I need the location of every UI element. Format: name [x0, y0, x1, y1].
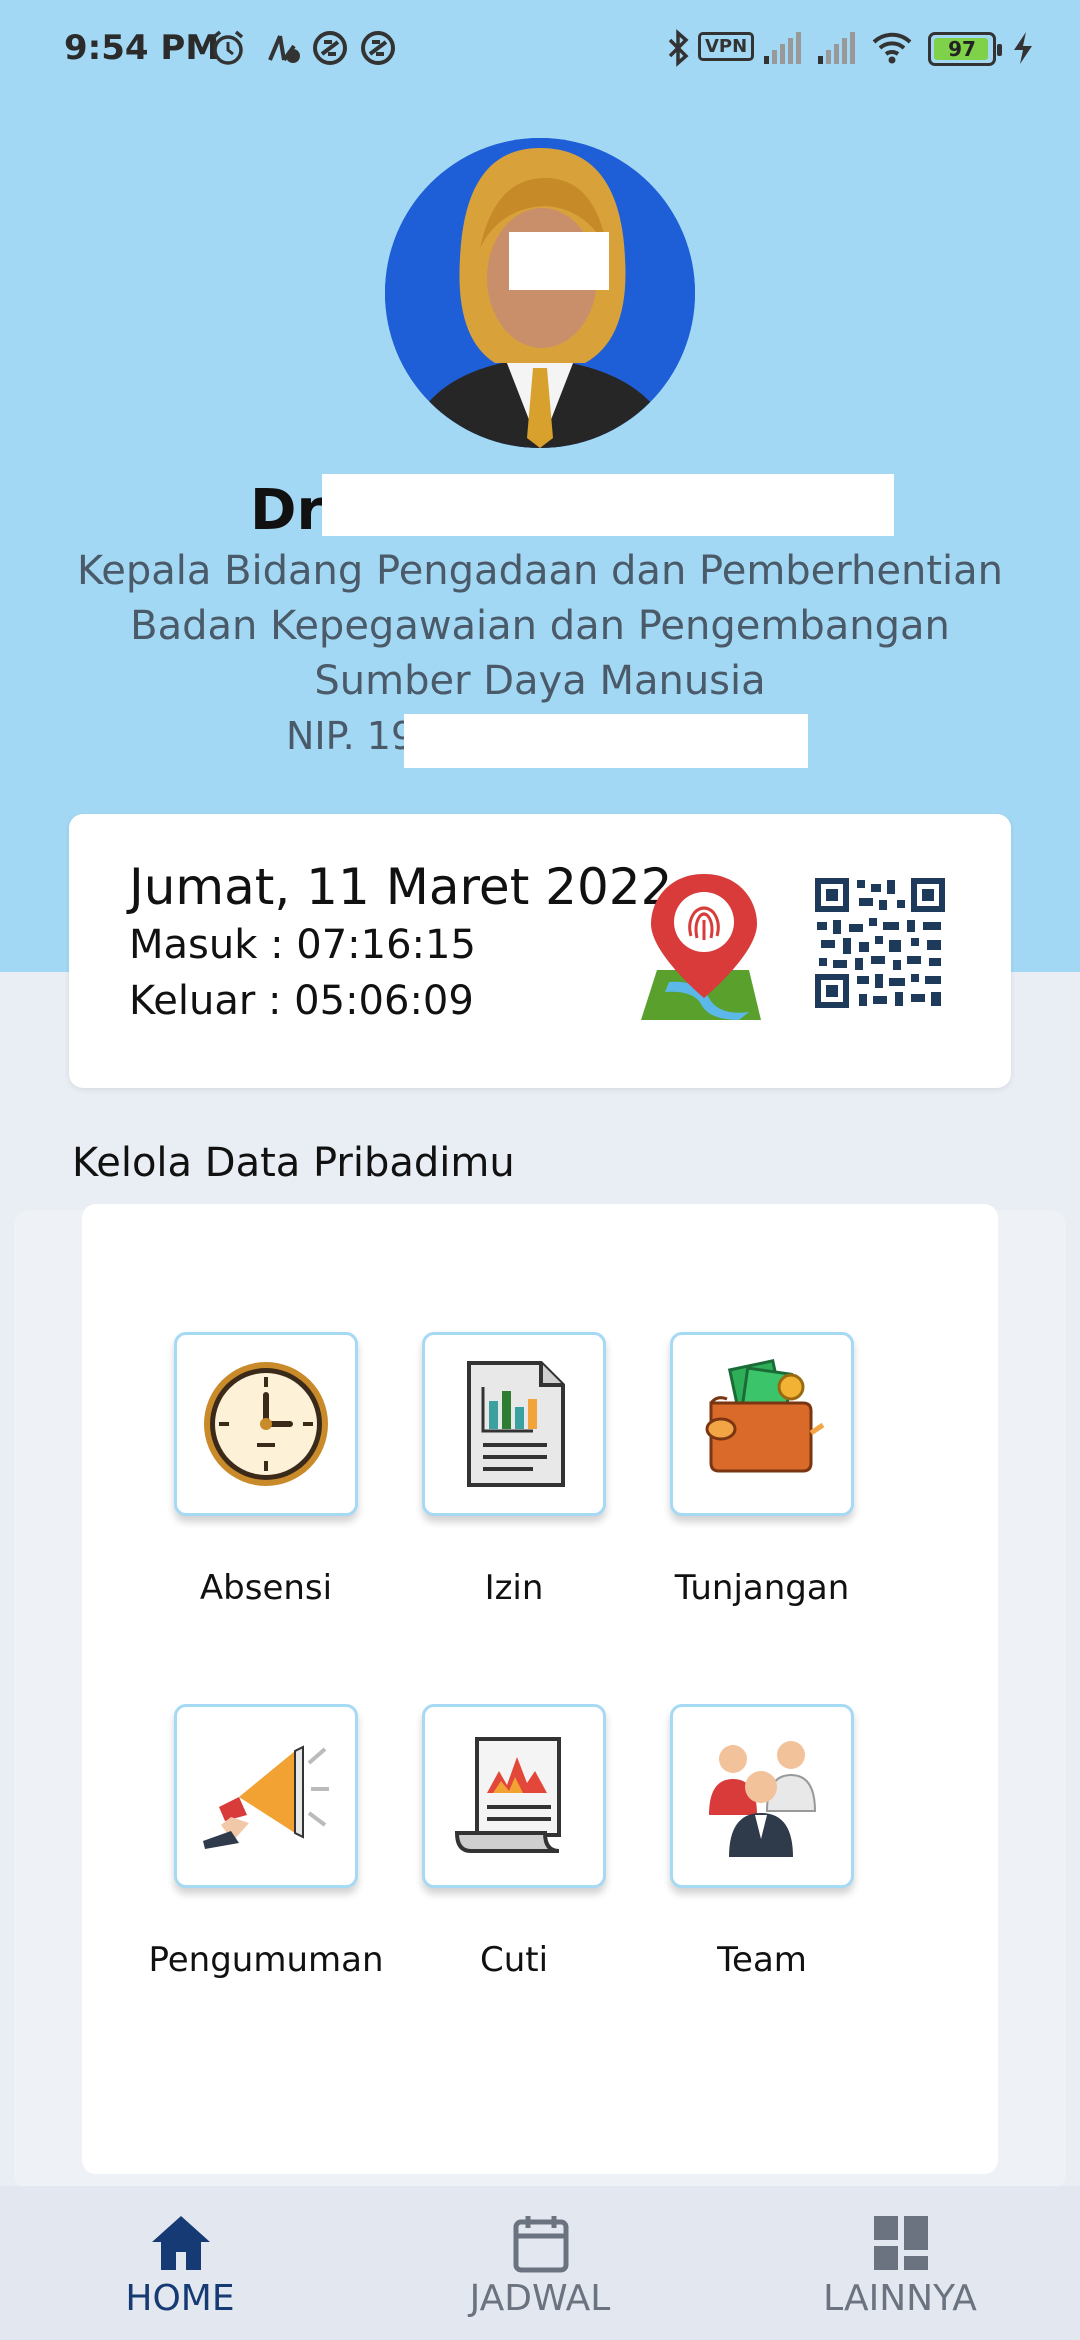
menu-item-cuti[interactable]: Cuti: [360, 1704, 612, 2004]
menu-tile[interactable]: [174, 1332, 358, 1516]
fingerprint-location-icon[interactable]: [639, 870, 769, 1030]
nav-lainnya[interactable]: LAINNYA: [780, 2186, 1020, 2340]
signal-icon: [818, 32, 855, 64]
attendance-card: Jumat, 11 Maret 2022 Masuk : 07:16:15 Ke…: [69, 814, 1011, 1088]
menu-label: Tunjangan: [674, 1568, 850, 1608]
charging-icon: [1014, 32, 1032, 64]
chart-scroll-icon: [454, 1737, 561, 1853]
sync-icon: [361, 31, 395, 65]
megaphone-icon: [203, 1745, 329, 1849]
wallet-icon: [705, 1359, 825, 1473]
menu-item-absensi[interactable]: Absensi: [112, 1332, 364, 1632]
nav-jadwal-label: JADWAL: [469, 2278, 611, 2319]
vpn-badge: VPN: [698, 32, 755, 61]
nav-home-label: HOME: [125, 2278, 235, 2319]
status-time: 9:54 PM: [64, 28, 220, 68]
menu-tile[interactable]: [670, 1704, 854, 1888]
nav-lainnya-label: LAINNYA: [823, 2278, 977, 2319]
no-data-icon: [268, 35, 300, 63]
grid-icon: [874, 2216, 928, 2270]
report-document-icon: [467, 1361, 565, 1487]
position-line-1: Kepala Bidang Pengadaan dan Pemberhentia…: [77, 548, 1003, 594]
menu-label: Team: [717, 1940, 807, 1980]
menu-item-team[interactable]: Team: [608, 1704, 860, 2004]
name-redaction: [322, 474, 894, 536]
nav-home[interactable]: HOME: [60, 2186, 300, 2340]
check-in-time: Masuk : 07:16:15: [129, 922, 476, 968]
bottom-navigation: HOME JADWAL LAINNYA: [0, 2186, 1080, 2340]
menu-tile[interactable]: [670, 1332, 854, 1516]
signal-icon: [764, 32, 801, 64]
calendar-icon: [513, 2216, 569, 2273]
menu-item-tunjangan[interactable]: Tunjangan: [608, 1332, 860, 1632]
nip-label: NIP. 19: [286, 714, 416, 758]
section-title: Kelola Data Pribadimu: [72, 1140, 515, 1186]
bluetooth-icon: [668, 29, 689, 67]
menu-tile[interactable]: [422, 1332, 606, 1516]
check-out-time: Keluar : 05:06:09: [129, 978, 474, 1024]
menu-item-pengumuman[interactable]: Pengumuman: [112, 1704, 384, 2004]
qr-code-icon[interactable]: [815, 878, 945, 1008]
profile-photo: [385, 138, 695, 448]
home-icon: [152, 2216, 210, 2270]
sync-icon: [313, 31, 347, 65]
menu-panel: Absensi Izin Tunjangan Pengumuman Cuti T…: [82, 1204, 998, 2174]
battery-level: 97: [948, 37, 976, 61]
position-line-3: Sumber Daya Manusia: [314, 658, 766, 704]
wifi-icon: [872, 32, 912, 64]
team-icon: [709, 1741, 817, 1857]
menu-item-izin[interactable]: Izin: [360, 1332, 612, 1632]
attendance-date: Jumat, 11 Maret 2022: [129, 858, 673, 916]
nip-redaction: [404, 714, 808, 768]
alarm-icon: [212, 30, 244, 65]
menu-tile[interactable]: [174, 1704, 358, 1888]
battery-icon: 97: [928, 32, 1002, 66]
clock-icon: [204, 1362, 328, 1486]
status-bar: 9:54 PM VPN 97: [0, 0, 1080, 100]
position-line-2: Badan Kepegawaian dan Pengembangan: [130, 603, 950, 649]
nav-jadwal[interactable]: JADWAL: [420, 2186, 660, 2340]
menu-tile[interactable]: [422, 1704, 606, 1888]
